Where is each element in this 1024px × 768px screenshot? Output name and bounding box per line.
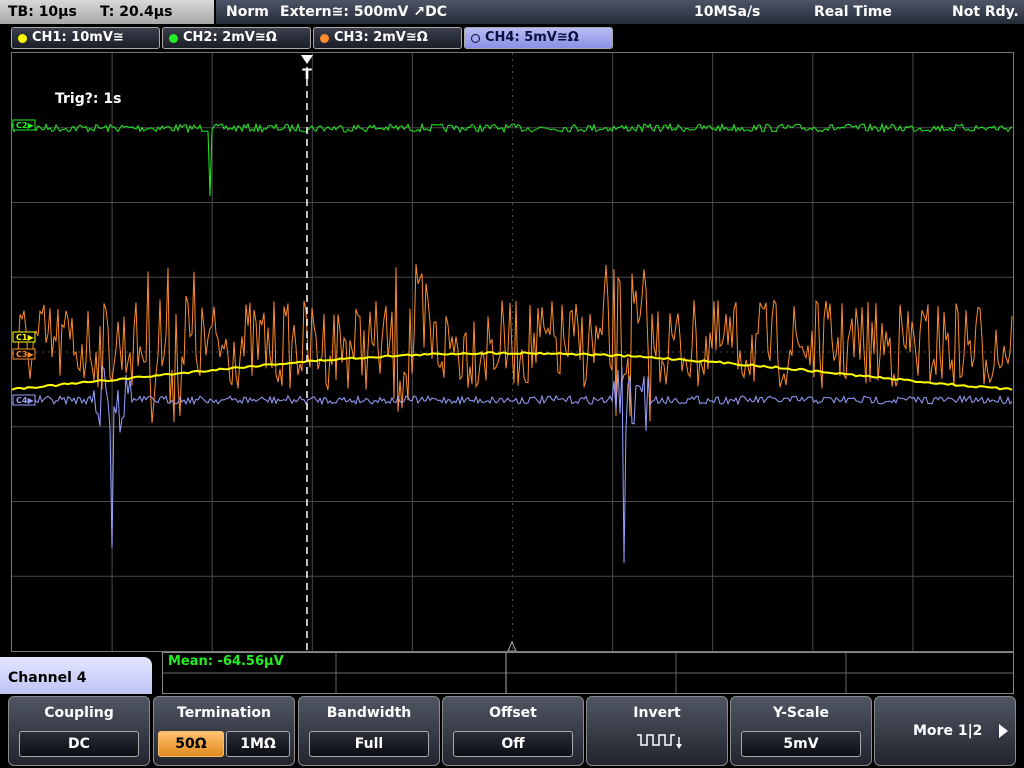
termination-title: Termination	[177, 705, 271, 721]
coupling-value[interactable]: DC	[19, 731, 139, 757]
tab-ch1-label: CH1: 10mV≅	[32, 30, 124, 45]
tab-ch4[interactable]: CH4: 5mV≅Ω	[464, 27, 613, 49]
termination-softkey[interactable]: Termination 50Ω 1MΩ	[153, 696, 295, 766]
trigger-status-text: Trig?: 1s	[55, 91, 121, 107]
trigger-time-readout[interactable]: T: 20.4µs	[100, 0, 172, 24]
waveform-canvas[interactable]: T C2▶ C1▶ C3▶ C4▶ Trig?: 1s	[12, 53, 1013, 651]
bandwidth-softkey[interactable]: Bandwidth Full	[298, 696, 440, 766]
ch2-level-label: C2▶	[16, 121, 34, 130]
ch3-level-label: C3▶	[16, 350, 34, 359]
acquisition-mode: Real Time	[814, 4, 892, 20]
coupling-softkey[interactable]: Coupling DC	[8, 696, 150, 766]
tab-ch1[interactable]: CH1: 10mV≅	[11, 27, 160, 49]
more-softkey[interactable]: More 1|2	[874, 696, 1016, 766]
ch2-color-dot	[169, 34, 178, 43]
y-scale-title: Y-Scale	[772, 705, 829, 721]
coupling-title: Coupling	[44, 705, 114, 721]
more-label: More 1|2	[913, 723, 983, 739]
ch3-color-dot	[320, 34, 329, 43]
offset-value[interactable]: Off	[453, 731, 573, 757]
offset-softkey[interactable]: Offset Off	[442, 696, 584, 766]
termination-1m-ohm-option[interactable]: 1MΩ	[226, 731, 290, 757]
trigger-position-marker-icon[interactable]	[301, 55, 313, 64]
tab-ch2-label: CH2: 2mV≅Ω	[183, 30, 277, 45]
offset-title: Offset	[489, 705, 537, 721]
trigger-mode[interactable]: Norm	[226, 0, 269, 24]
tab-ch2[interactable]: CH2: 2mV≅Ω	[162, 27, 311, 49]
measurement-bar	[162, 652, 1014, 694]
tab-ch3-label: CH3: 2mV≅Ω	[334, 30, 428, 45]
waveform-display[interactable]: T C2▶ C1▶ C3▶ C4▶ Trig?: 1s	[11, 52, 1014, 652]
inverted-square-wave-icon	[637, 734, 682, 749]
invert-softkey[interactable]: Invert	[586, 696, 728, 766]
timebase-panel[interactable]: TB: 10µs T: 20.4µs	[0, 0, 214, 24]
arrow-right-icon	[999, 724, 1008, 738]
sample-rate: 10MSa/s	[694, 4, 761, 20]
tab-ch3[interactable]: CH3: 2mV≅Ω	[313, 27, 462, 49]
status-bar: TB: 10µs T: 20.4µs Norm Extern≅: 500mV ↗…	[0, 0, 1024, 24]
termination-50-ohm-option[interactable]: 50Ω	[158, 731, 224, 757]
y-scale-softkey[interactable]: Y-Scale 5mV	[730, 696, 872, 766]
trigger-source[interactable]: Extern≅: 500mV ↗DC	[280, 0, 447, 24]
bandwidth-title: Bandwidth	[326, 705, 412, 721]
invert-title: Invert	[633, 705, 681, 721]
horizontal-center-marker-icon	[507, 640, 517, 651]
acquisition-state: Not Rdy.	[952, 4, 1019, 20]
bandwidth-value[interactable]: Full	[309, 731, 429, 757]
measurement-grid	[163, 653, 1013, 693]
tab-ch4-label: CH4: 5mV≅Ω	[485, 30, 579, 45]
y-scale-value[interactable]: 5mV	[741, 731, 861, 757]
trigger-marker-label: T	[302, 67, 312, 83]
ch1-color-dot	[18, 34, 27, 43]
timebase-readout[interactable]: TB: 10µs	[8, 0, 77, 24]
trigger-panel: Norm Extern≅: 500mV ↗DC 10MSa/s Real Tim…	[216, 0, 1024, 24]
ch4-level-label: C4▶	[16, 396, 34, 405]
ch4-color-dot	[471, 34, 480, 43]
ch1-level-label: C1▶	[16, 333, 34, 342]
mean-measurement[interactable]: Mean: -64.56µV	[168, 654, 284, 669]
